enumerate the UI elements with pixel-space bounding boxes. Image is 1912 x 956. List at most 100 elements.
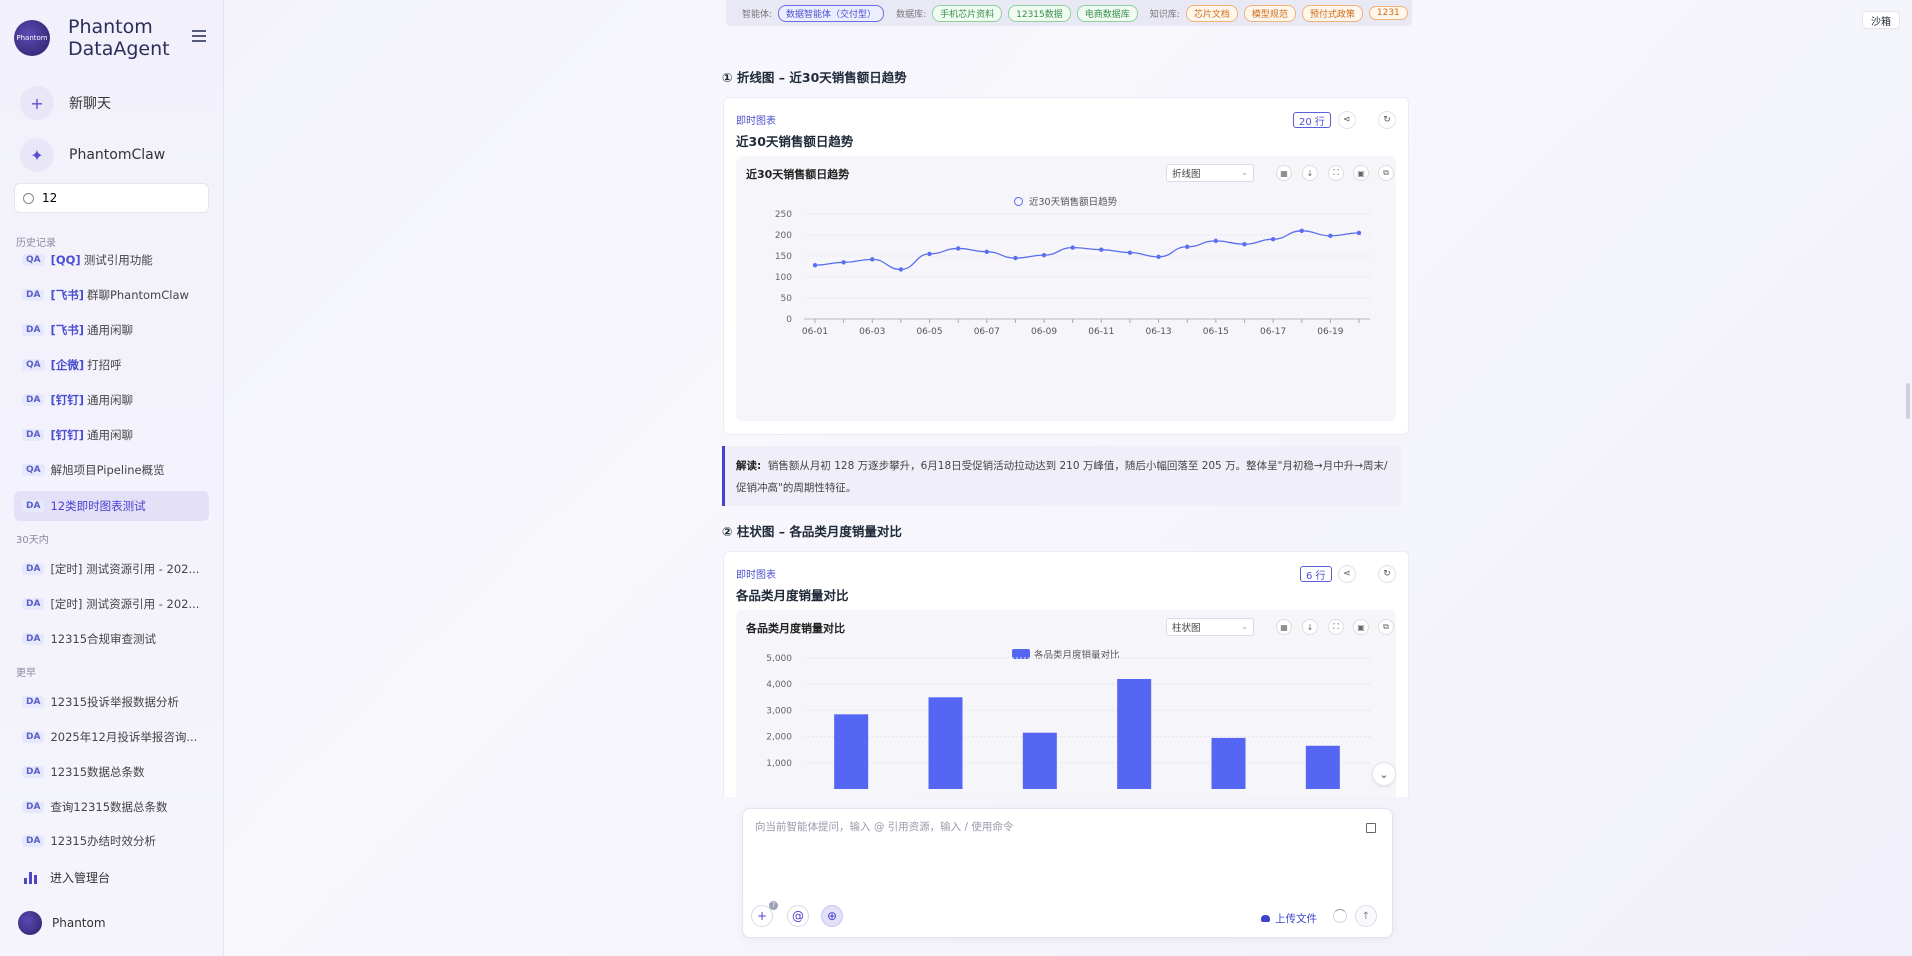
y-tick-label: 3,000	[766, 706, 792, 716]
y-tick-label: 50	[781, 294, 793, 304]
data-point	[1356, 230, 1362, 236]
db-chip[interactable]: 12315数据	[1008, 4, 1071, 22]
history-item[interactable]: DA 12315合规审查测试	[14, 624, 209, 654]
history-type-badge: DA	[22, 429, 45, 441]
kb-chip[interactable]: 模型规范	[1243, 4, 1296, 22]
admin-console-link[interactable]: 进入管理台	[24, 869, 110, 886]
share-icon[interactable]: ⋖	[1338, 565, 1356, 583]
bar	[1305, 745, 1340, 789]
y-tick-label: 4,000	[766, 680, 792, 690]
db-label: 数据库:	[896, 9, 927, 20]
db-chip[interactable]: 电商数据库	[1076, 4, 1138, 22]
bar	[834, 714, 869, 789]
search-input[interactable]	[42, 191, 202, 205]
collapse-sidebar-icon[interactable]	[192, 30, 206, 42]
history-type-badge: DA	[22, 696, 45, 708]
history-title: 2025年12月投诉举报咨询...	[50, 730, 198, 744]
history-channel-tag: [飞书]	[50, 323, 84, 337]
section-heading-line: ① 折线图 – 近30天销售额日趋势	[722, 70, 907, 85]
search-icon	[23, 192, 34, 204]
y-tick-label: 250	[775, 210, 792, 220]
sandbox-button[interactable]: 沙箱	[1862, 11, 1900, 29]
history-title: 通用闲聊	[86, 323, 133, 337]
refresh-icon[interactable]: ↻	[1378, 111, 1396, 129]
kb-chip[interactable]: 预付式政策	[1301, 4, 1363, 22]
refresh-icon[interactable]: ↻	[1378, 565, 1396, 583]
upload-file-button[interactable]: 上传文件	[1261, 911, 1317, 926]
history-title: [定时] 测试资源引用 - 202...	[50, 562, 200, 576]
agent-chip[interactable]: 数据智能体（交付型）	[778, 4, 885, 22]
card-title: 各品类月度销量对比	[736, 588, 849, 603]
history-item[interactable]: DA 12类即时图表测试	[14, 491, 209, 521]
mention-button[interactable]: @	[787, 905, 809, 927]
rows-badge[interactable]: 6 行	[1300, 566, 1332, 582]
data-point	[1070, 245, 1075, 250]
history-type-badge: DA	[22, 324, 45, 336]
page-scrollbar[interactable]	[1906, 383, 1910, 419]
history-title: 12315投诉举报数据分析	[50, 695, 180, 709]
bar	[1117, 678, 1152, 789]
history-title: 测试引用功能	[83, 253, 153, 267]
share-icon[interactable]: ⋖	[1338, 111, 1356, 129]
user-profile[interactable]: Phantom	[18, 911, 106, 935]
new-chat-label: 新聊天	[69, 96, 111, 112]
x-tick-label: 06-03	[859, 327, 885, 337]
history-item[interactable]: DA 12315办结时效分析	[14, 826, 209, 856]
history-title: 通用闲聊	[86, 428, 133, 442]
history-type-badge: DA	[22, 500, 45, 512]
history-item[interactable]: DA 12315投诉举报数据分析	[14, 687, 209, 717]
web-search-button[interactable]: ⊕	[821, 905, 843, 927]
send-button[interactable]: ↑	[1355, 905, 1377, 927]
history-channel-tag: [飞书]	[50, 288, 84, 302]
note-label: 解读:	[736, 460, 762, 472]
history-item[interactable]: DA [定时] 测试资源引用 - 202...	[14, 589, 209, 619]
x-tick-label: 06-01	[802, 327, 828, 337]
data-point	[812, 263, 818, 268]
history-type-badge: DA	[22, 633, 45, 645]
note-text: 销售额从月初 128 万逐步攀升，6月18日受促销活动拉动达到 210 万峰值，…	[736, 460, 1388, 494]
expand-editor-icon[interactable]	[1366, 823, 1376, 833]
y-tick-label: 200	[775, 231, 792, 241]
history-item[interactable]: DA [定时] 测试资源引用 - 202...	[14, 554, 209, 584]
claw-icon: ✦	[20, 138, 54, 172]
upload-label: 上传文件	[1275, 913, 1317, 925]
chat-composer: + 7 @ ⊕ 上传文件 ↑	[742, 808, 1393, 938]
chart-card-line: 即时图表 近30天销售额日趋势 20 行 ⋖ ↻ 近30天销售额日趋势 折线图 ⌄…	[723, 97, 1409, 435]
history-item[interactable]: DA 12315数据总条数	[14, 757, 209, 787]
history-title: 查询12315数据总条数	[50, 800, 168, 814]
history-item[interactable]: DA [钉钉] 通用闲聊	[14, 420, 209, 450]
x-tick-label: 06-19	[1317, 327, 1343, 337]
history-item[interactable]: DA 2025年12月投诉举报咨询...	[14, 722, 209, 752]
data-point	[1185, 244, 1190, 249]
history-item[interactable]: QA [企微] 打招呼	[14, 350, 209, 380]
rows-badge[interactable]: 20 行	[1293, 112, 1331, 128]
loading-spinner-icon	[1333, 909, 1347, 923]
message-input[interactable]	[755, 819, 1345, 859]
bar	[1211, 737, 1246, 789]
history-item[interactable]: DA [钉钉] 通用闲聊	[14, 385, 209, 415]
scroll-to-bottom-button[interactable]: ⌄	[1372, 762, 1396, 786]
data-point	[927, 251, 932, 257]
brand[interactable]: Phantom Phantom DataAgent	[14, 16, 170, 60]
brand-line1: Phantom	[68, 16, 153, 38]
history-item[interactable]: DA 查询12315数据总条数	[14, 792, 209, 822]
data-point	[841, 260, 846, 265]
history-item[interactable]: QA 解旭项目Pipeline概览	[14, 455, 209, 485]
history-item[interactable]: DA [飞书] 群聊PhantomClaw	[14, 280, 209, 310]
history-item[interactable]: QA [QQ] 测试引用功能	[14, 245, 209, 275]
history-item[interactable]: DA [飞书] 通用闲聊	[14, 315, 209, 345]
history-title: 打招呼	[87, 358, 122, 372]
y-tick-label: 2,000	[766, 733, 792, 743]
card-kicker: 即时图表	[736, 116, 776, 127]
kb-chip[interactable]: 芯片文档	[1185, 4, 1238, 22]
kb-chip[interactable]: 1231	[1368, 6, 1408, 20]
history-search[interactable]	[14, 183, 209, 213]
history-title: 通用闲聊	[86, 393, 133, 407]
history-type-badge: QA	[22, 254, 45, 266]
new-chat-button[interactable]: + 新聊天	[20, 86, 111, 120]
data-point	[1213, 238, 1219, 244]
phantomclaw-button[interactable]: ✦ PhantomClaw	[20, 138, 165, 172]
history-type-badge: DA	[22, 394, 45, 406]
db-chip[interactable]: 手机芯片资料	[932, 4, 1003, 22]
history-title: 12315合规审查测试	[50, 632, 157, 646]
